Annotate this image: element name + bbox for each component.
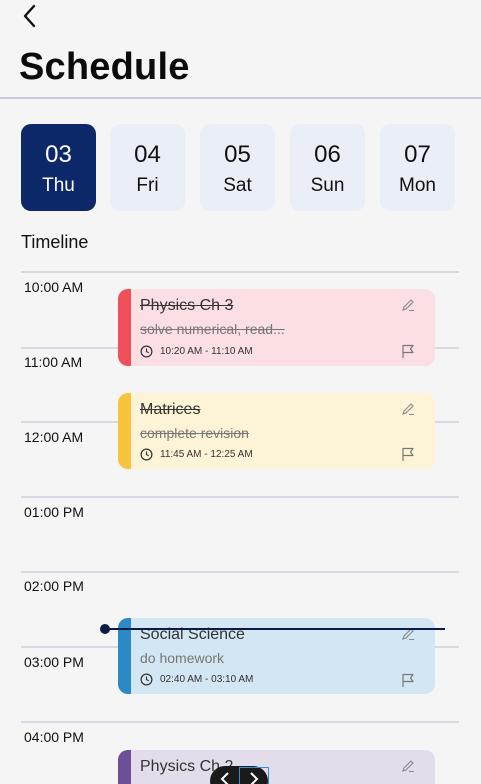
day-number: 07	[404, 141, 431, 168]
day-weekday: Thu	[42, 175, 75, 196]
chevron-left-icon[interactable]	[16, 2, 44, 30]
clock-icon	[140, 448, 153, 461]
event-color-bar	[118, 289, 131, 366]
day-number: 03	[45, 141, 72, 168]
selection-outline	[239, 767, 269, 784]
clock-icon	[140, 345, 153, 358]
event-card-matrices[interactable]: Matrices complete revision 11:45 AM - 12…	[118, 393, 435, 469]
day-weekday: Sun	[310, 175, 345, 196]
day-number: 05	[224, 141, 251, 168]
event-color-bar	[118, 393, 131, 469]
hour-divider	[21, 571, 459, 573]
hour-divider	[21, 496, 459, 498]
day-chip-mon[interactable]: 07 Mon	[380, 124, 455, 211]
event-color-bar	[118, 750, 131, 784]
event-description: do homework	[140, 650, 225, 666]
edit-pencil-icon[interactable]	[401, 298, 415, 312]
day-chip-sat[interactable]: 05 Sat	[200, 124, 275, 211]
current-time-line	[105, 628, 445, 630]
flag-icon[interactable]	[401, 673, 415, 688]
edit-pencil-icon[interactable]	[401, 402, 415, 416]
hour-divider	[21, 271, 459, 273]
event-card-physics-ch2[interactable]: Physics Ch 2	[118, 750, 435, 784]
hour-label: 02:00 PM	[24, 578, 84, 594]
current-time-dot	[100, 624, 110, 634]
event-description: solve numerical, read...	[140, 321, 285, 337]
hour-label: 03:00 PM	[24, 654, 84, 670]
hour-label: 10:00 AM	[24, 279, 84, 295]
header-divider	[0, 97, 481, 99]
event-title: Physics Ch 3	[140, 297, 234, 314]
day-chip-sun[interactable]: 06 Sun	[290, 124, 365, 211]
day-chip-thu[interactable]: 03 Thu	[21, 124, 96, 211]
edit-pencil-icon[interactable]	[401, 759, 415, 773]
hour-label: 01:00 PM	[24, 504, 84, 520]
day-number: 06	[314, 141, 341, 168]
hour-label: 12:00 AM	[24, 429, 84, 445]
chevron-left-icon[interactable]	[216, 770, 234, 784]
flag-icon[interactable]	[401, 344, 415, 359]
timeline-heading: Timeline	[21, 232, 89, 252]
day-chip-fri[interactable]: 04 Fri	[110, 124, 185, 211]
event-time: 10:20 AM - 11:10 AM	[160, 346, 253, 357]
day-weekday: Mon	[399, 175, 436, 196]
event-time: 02:40 AM - 03:10 AM	[160, 674, 254, 685]
hour-label: 04:00 PM	[24, 729, 84, 745]
day-weekday: Sat	[223, 175, 252, 196]
day-weekday: Fri	[136, 175, 159, 196]
hour-label: 11:00 AM	[24, 354, 83, 370]
clock-icon	[140, 673, 153, 686]
event-description: complete revision	[140, 425, 249, 441]
event-time: 11:45 AM - 12:25 AM	[160, 449, 253, 460]
day-number: 04	[134, 141, 161, 168]
page-title: Schedule	[19, 46, 190, 88]
event-title: Matrices	[140, 401, 201, 418]
flag-icon[interactable]	[401, 447, 415, 462]
event-card-physics-ch3[interactable]: Physics Ch 3 solve numerical, read... 10…	[118, 289, 435, 366]
hour-divider	[21, 721, 459, 723]
